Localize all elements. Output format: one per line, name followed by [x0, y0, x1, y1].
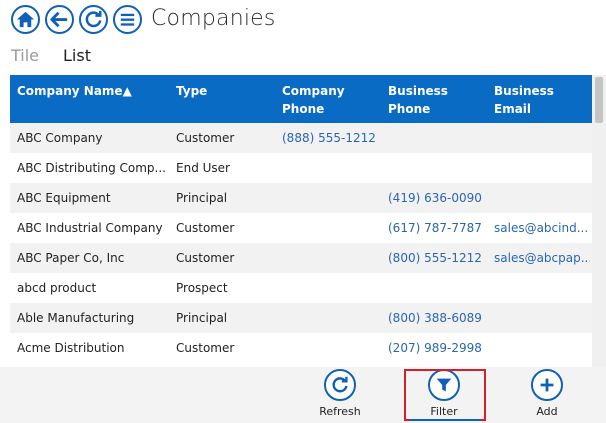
cell-company-name: ABC Paper Co, Inc: [17, 251, 125, 265]
refresh-app-button[interactable]: Refresh: [310, 369, 370, 418]
table-row[interactable]: ABC Paper Co, Inc Customer (800) 555-121…: [10, 243, 592, 273]
cell-company-name: abcd product: [17, 281, 97, 295]
refresh-app-icon-ring: [324, 369, 356, 401]
scrollbar-thumb[interactable]: [595, 77, 603, 123]
tab-tile[interactable]: Tile: [11, 46, 39, 65]
table-row[interactable]: ABC Distributing Comp... End User: [10, 153, 592, 183]
cell-business-phone[interactable]: (617) 787-7787: [388, 221, 488, 235]
table-row[interactable]: Able Manufacturing Principal (800) 388-6…: [10, 303, 592, 333]
refresh-button[interactable]: [79, 5, 108, 34]
vertical-scrollbar[interactable]: [592, 75, 606, 367]
cell-type: Principal: [176, 311, 228, 325]
home-button[interactable]: [11, 5, 40, 34]
cell-business-phone[interactable]: (800) 388-6089: [388, 311, 488, 325]
back-button[interactable]: [45, 5, 74, 34]
cell-type: Customer: [176, 221, 235, 235]
menu-button[interactable]: [113, 5, 142, 34]
cell-type: End User: [176, 161, 230, 175]
refresh-icon: [332, 376, 348, 393]
menu-icon: [120, 13, 135, 26]
refresh-icon: [85, 10, 102, 28]
cell-business-phone[interactable]: (419) 636-0090: [388, 191, 488, 205]
cell-business-phone[interactable]: (207) 989-2998: [388, 341, 488, 355]
cell-type: Customer: [176, 341, 235, 355]
add-icon-ring: [531, 369, 563, 401]
home-icon: [16, 11, 35, 28]
add-button[interactable]: Add: [517, 369, 577, 418]
column-header-company-phone-line2: Phone: [282, 102, 325, 116]
column-header-type[interactable]: Type: [176, 82, 276, 100]
column-header-business-phone[interactable]: Business Phone: [388, 82, 488, 118]
table-row[interactable]: abcd product Prospect: [10, 273, 592, 303]
back-icon: [50, 11, 68, 28]
cell-company-name: ABC Distributing Comp...: [17, 161, 166, 175]
column-header-business-phone-line2: Phone: [388, 102, 431, 116]
cell-business-email[interactable]: sales@abcpap...: [494, 251, 590, 265]
page-title: Companies: [151, 6, 276, 31]
table-row[interactable]: Acme Distribution Customer (207) 989-299…: [10, 333, 592, 363]
refresh-label: Refresh: [319, 405, 361, 418]
page-header: Companies: [0, 0, 606, 40]
add-label: Add: [536, 405, 558, 418]
column-header-company-phone[interactable]: Company Phone: [282, 82, 382, 118]
column-header-company-phone-line1: Company: [282, 84, 345, 98]
table-row[interactable]: ABC Industrial Company Customer (617) 78…: [10, 213, 592, 243]
table-header: Company Name▲ Type Company Phone Busines…: [10, 75, 592, 123]
column-header-business-phone-line1: Business: [388, 84, 448, 98]
cell-company-name: ABC Industrial Company: [17, 221, 163, 235]
table-row[interactable]: ABC Company Customer (888) 555-1212: [10, 123, 592, 153]
cell-company-name: Acme Distribution: [17, 341, 125, 355]
cell-business-phone[interactable]: (800) 555-1212: [388, 251, 488, 265]
plus-icon: [540, 378, 554, 392]
table-row[interactable]: ABC Equipment Principal (419) 636-0090: [10, 183, 592, 213]
cell-company-name: ABC Equipment: [17, 191, 111, 205]
app-bar: Refresh Filter Add: [0, 367, 606, 423]
companies-table: Company Name▲ Type Company Phone Busines…: [10, 75, 592, 363]
column-header-business-email[interactable]: Business Email: [494, 82, 590, 118]
column-header-company-name[interactable]: Company Name▲: [17, 82, 167, 100]
cell-type: Customer: [176, 131, 235, 145]
cell-type: Prospect: [176, 281, 228, 295]
tab-list[interactable]: List: [63, 46, 91, 65]
filter-active-underline: [410, 419, 480, 421]
cell-company-phone[interactable]: (888) 555-1212: [282, 131, 382, 145]
cell-company-name: ABC Company: [17, 131, 103, 145]
cell-type: Principal: [176, 191, 228, 205]
cell-company-name: Able Manufacturing: [17, 311, 135, 325]
cell-business-email[interactable]: sales@abcind...: [494, 221, 590, 235]
cell-type: Customer: [176, 251, 235, 265]
filter-highlight-box: [404, 369, 486, 421]
